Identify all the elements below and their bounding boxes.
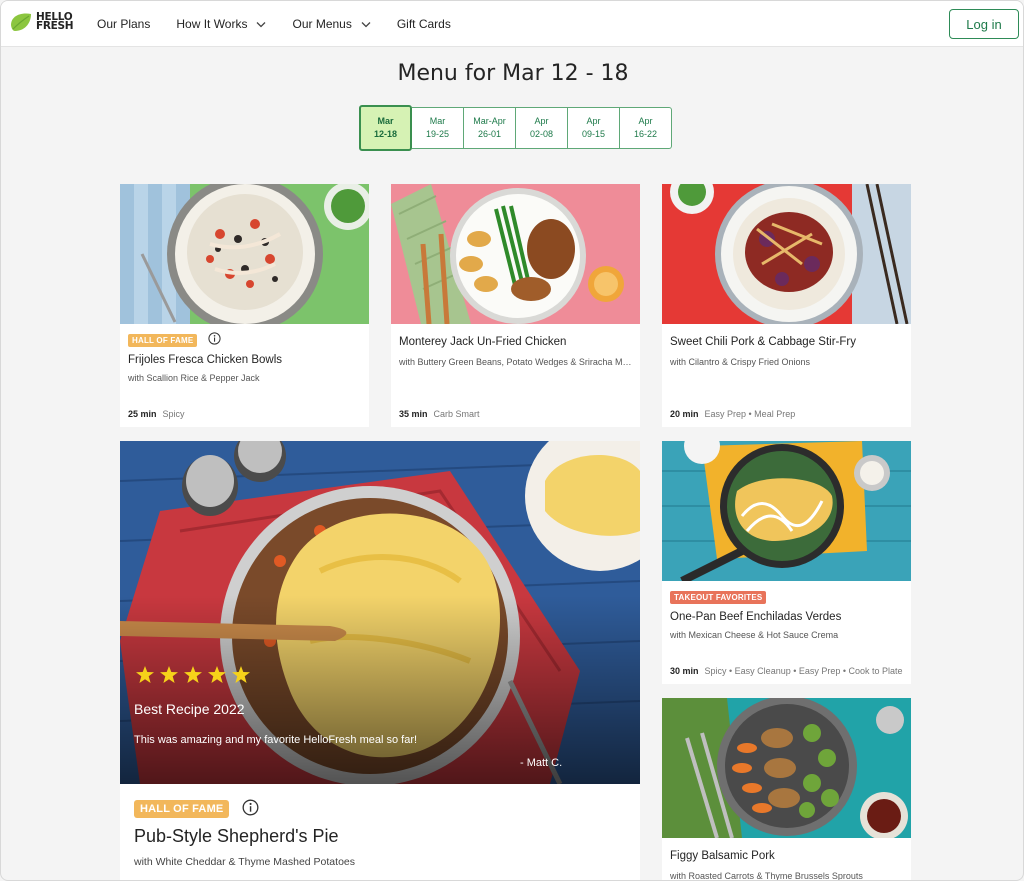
hall-of-fame-badge: HALL OF FAME <box>134 800 230 818</box>
recipe-card[interactable]: HALL OF FAME Frijoles Fresca Chicken Bow… <box>120 184 369 427</box>
nav-label: Our Plans <box>97 17 151 31</box>
recipe-tags: Carb Smart <box>433 409 480 419</box>
nav-label: How It Works <box>176 17 248 31</box>
recipe-meta: 20 min Easy Prep • Meal Prep <box>670 409 903 419</box>
leaf-logo-icon <box>11 13 31 31</box>
week-days: 26-01 <box>477 129 502 139</box>
recipe-tags: Spicy • Easy Cleanup • Easy Prep • Cook … <box>704 666 903 676</box>
week-days: 19-25 <box>425 129 450 139</box>
week-month: Mar-Apr <box>473 116 506 126</box>
featured-recipe-card[interactable]: Best Recipe 2022 This was amazing and my… <box>120 441 640 880</box>
star-icon <box>232 666 250 683</box>
recipe-subtitle: with Mexican Cheese & Hot Sauce Crema <box>670 630 839 640</box>
recipe-image <box>662 698 911 838</box>
recipe-image <box>662 184 911 324</box>
recipe-card[interactable]: Monterey Jack Un-Fried Chicken with Butt… <box>391 184 640 427</box>
top-navigation-bar: HELLO FRESH Our Plans How It Works Our M… <box>1 1 1023 47</box>
star-icon <box>136 666 154 683</box>
login-button[interactable]: Log in <box>949 9 1019 39</box>
recipe-title[interactable]: Sweet Chili Pork & Cabbage Stir-Fry <box>670 336 903 348</box>
week-month: Apr <box>586 116 601 126</box>
week-tab-selected[interactable]: Mar 12-18 <box>359 105 412 151</box>
featured-recipe-title[interactable]: Pub-Style Shepherd's Pie <box>134 826 626 847</box>
info-icon[interactable] <box>242 799 259 816</box>
recipe-card[interactable]: Sweet Chili Pork & Cabbage Stir-Fry with… <box>662 184 911 427</box>
recipe-tags: Spicy <box>162 409 185 419</box>
review-title: Best Recipe 2022 <box>134 701 245 717</box>
recipe-title[interactable]: Frijoles Fresca Chicken Bowls <box>128 354 361 366</box>
star-rating <box>136 666 250 683</box>
star-icon <box>160 666 178 683</box>
recipe-meta: 25 min Spicy <box>128 409 361 419</box>
week-days: 02-08 <box>529 129 554 139</box>
cook-time: 35 min <box>399 409 428 419</box>
recipe-subtitle: with Buttery Green Beans, Potato Wedges … <box>399 357 632 367</box>
week-tab[interactable]: Apr 16-22 <box>620 107 672 149</box>
nav-gift-cards[interactable]: Gift Cards <box>397 17 451 31</box>
cook-time: 30 min <box>670 666 699 676</box>
recipe-subtitle: with Scallion Rice & Pepper Jack <box>128 373 260 383</box>
week-tab[interactable]: Mar-Apr 26-01 <box>464 107 516 149</box>
cook-time: 20 min <box>670 409 699 419</box>
week-month: Apr <box>534 116 549 126</box>
takeout-favorites-badge: TAKEOUT FAVORITES <box>670 591 767 604</box>
nav-how-it-works[interactable]: How It Works <box>176 17 266 31</box>
main-nav: Our Plans How It Works Our Menus Gift Ca… <box>97 1 477 47</box>
week-days: 16-22 <box>633 129 658 139</box>
week-tab[interactable]: Apr 02-08 <box>516 107 568 149</box>
nav-our-plans[interactable]: Our Plans <box>97 17 150 31</box>
star-icon <box>184 666 202 683</box>
recipe-card[interactable]: Figgy Balsamic Pork with Roasted Carrots… <box>662 698 911 881</box>
week-month: Mar <box>429 116 446 126</box>
nav-label: Our Menus <box>292 17 352 31</box>
week-selector: Mar 12-18 Mar 19-25 Mar-Apr 26-01 Apr 02… <box>359 105 672 151</box>
hellofresh-logo[interactable]: HELLO FRESH <box>9 11 74 33</box>
week-tab[interactable]: Apr 09-15 <box>568 107 620 149</box>
chevron-down-icon <box>361 21 371 27</box>
cook-time: 25 min <box>128 409 157 419</box>
hall-of-fame-badge: HALL OF FAME <box>128 334 198 347</box>
star-icon <box>208 666 226 683</box>
nav-label: Gift Cards <box>396 17 451 31</box>
recipe-title[interactable]: Figgy Balsamic Pork <box>670 850 903 862</box>
recipe-tags: Easy Prep • Meal Prep <box>704 409 796 419</box>
chevron-down-icon <box>257 21 266 27</box>
recipe-subtitle: with Cilantro & Crispy Fried Onions <box>670 357 811 367</box>
recipe-image <box>662 441 911 581</box>
page-title: Menu for Mar 12 - 18 <box>397 61 629 86</box>
page-frame: HELLO FRESH Our Plans How It Works Our M… <box>0 0 1024 881</box>
logo-text-fresh: FRESH <box>36 20 74 32</box>
recipe-image <box>120 184 369 324</box>
week-tab[interactable]: Mar 19-25 <box>412 107 464 149</box>
info-icon[interactable] <box>208 332 221 345</box>
recipe-card[interactable]: TAKEOUT FAVORITES One-Pan Beef Enchilada… <box>662 441 911 684</box>
review-text: This was amazing and my favorite HelloFr… <box>134 734 418 746</box>
week-month: Apr <box>638 116 653 126</box>
recipe-meta: 30 min Spicy • Easy Cleanup • Easy Prep •… <box>670 666 903 676</box>
featured-recipe-image: Best Recipe 2022 This was amazing and my… <box>120 441 640 784</box>
recipe-meta: 35 min Carb Smart <box>399 409 632 419</box>
recipe-title[interactable]: One-Pan Beef Enchiladas Verdes <box>670 611 903 623</box>
recipe-image <box>391 184 640 324</box>
nav-our-menus[interactable]: Our Menus <box>292 17 371 31</box>
review-author: - Matt C. <box>520 757 563 769</box>
week-month: Mar <box>377 116 394 126</box>
recipe-subtitle: with Roasted Carrots & Thyme Brussels Sp… <box>670 871 863 881</box>
featured-recipe-subtitle: with White Cheddar & Thyme Mashed Potato… <box>134 856 355 868</box>
week-days: 09-15 <box>581 129 606 139</box>
recipe-title[interactable]: Monterey Jack Un-Fried Chicken <box>399 336 632 348</box>
week-days: 12-18 <box>373 129 398 139</box>
